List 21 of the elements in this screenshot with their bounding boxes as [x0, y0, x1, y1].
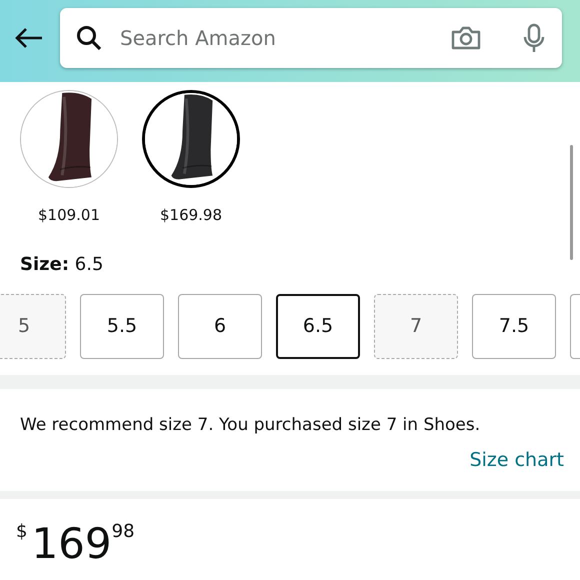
size-option[interactable]: 7 — [374, 294, 458, 358]
scrollbar[interactable] — [570, 145, 573, 260]
price-fraction: 98 — [112, 522, 135, 540]
swatch-price: $109.01 — [38, 205, 100, 226]
search-bar[interactable]: Search Amazon — [60, 8, 562, 68]
price-whole: 169 — [31, 522, 112, 564]
size-value: 6.5 — [74, 254, 104, 274]
camera-icon[interactable] — [450, 25, 482, 51]
microphone-icon[interactable] — [522, 23, 546, 53]
size-option[interactable]: 5 — [0, 294, 66, 358]
size-option[interactable]: 7.5 — [472, 294, 556, 358]
swatch-price: $169.98 — [160, 205, 222, 226]
search-icon — [76, 25, 102, 51]
size-recommendation: We recommend size 7. You purchased size 7 in Shoes. — [19, 414, 482, 436]
size-chart-link[interactable]: Size chart — [470, 446, 564, 474]
back-arrow-icon[interactable] — [14, 27, 44, 49]
price-currency: $ — [16, 522, 28, 540]
size-option[interactable]: 6.5 — [276, 294, 360, 358]
size-label: Size: — [20, 254, 70, 274]
size-option[interactable]: 5.5 — [80, 294, 164, 358]
size-option[interactable]: 6 — [178, 294, 262, 358]
